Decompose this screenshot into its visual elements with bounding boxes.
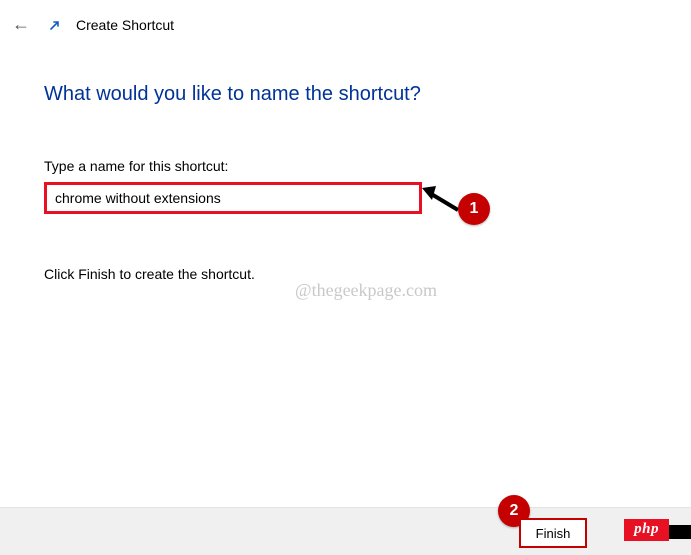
back-arrow-icon[interactable]: ← (8, 12, 34, 37)
shortcut-arrow-icon (48, 18, 62, 32)
input-label: Type a name for this shortcut: (44, 158, 691, 174)
php-overlay-badge: php (624, 519, 669, 541)
callout-badge-1: 1 (458, 193, 490, 225)
wizard-content: What would you like to name the shortcut… (0, 37, 691, 282)
titlebar: ← Create Shortcut (0, 0, 691, 37)
finish-button[interactable]: Finish (520, 519, 586, 547)
watermark: @thegeekpage.com (295, 280, 437, 301)
overlay-strip (669, 525, 691, 539)
arrow-icon (422, 180, 462, 220)
shortcut-name-input[interactable] (44, 182, 422, 214)
finish-button-container: Finish (520, 519, 586, 547)
callout-1: 1 (422, 175, 490, 225)
footer-bar (0, 507, 691, 555)
instruction-text: Click Finish to create the shortcut. (44, 266, 691, 282)
input-container (44, 182, 422, 214)
wizard-heading: What would you like to name the shortcut… (44, 83, 691, 106)
window-title: Create Shortcut (76, 17, 174, 33)
